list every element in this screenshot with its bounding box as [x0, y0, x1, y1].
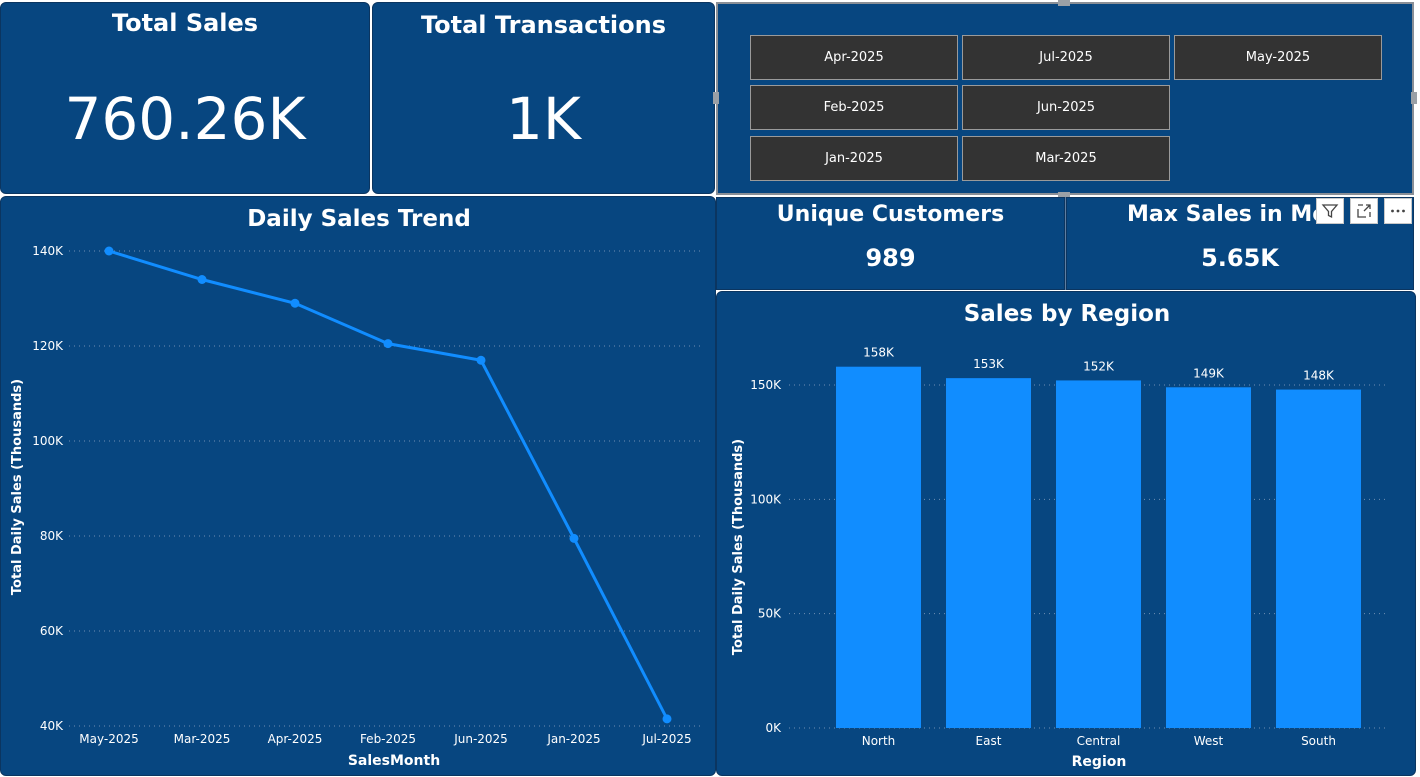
- x-tick-label: Feb-2025: [360, 732, 416, 746]
- x-axis-title: Region: [1072, 754, 1127, 770]
- month-option-jan-2025[interactable]: Jan-2025: [750, 136, 958, 181]
- total-transactions-card[interactable]: Total Transactions 1K: [372, 2, 715, 194]
- y-axis-title: Total Daily Sales (Thousands): [731, 439, 746, 655]
- month-option-mar-2025[interactable]: Mar-2025: [962, 136, 1170, 181]
- x-axis: North East Central West South: [862, 734, 1336, 748]
- y-tick-label: 100K: [32, 434, 64, 448]
- data-point[interactable]: [662, 714, 672, 724]
- y-tick-label: 0K: [765, 721, 782, 735]
- series-line: [104, 246, 672, 724]
- data-point[interactable]: [197, 275, 207, 284]
- x-tick-label: East: [976, 734, 1002, 748]
- bar-north[interactable]: [836, 366, 921, 728]
- total-sales-title: Total Sales: [111, 9, 259, 37]
- month-option-may-2025[interactable]: May-2025: [1174, 35, 1382, 80]
- data-label: 153K: [973, 357, 1005, 371]
- data-label: 158K: [863, 346, 895, 360]
- filter-icon[interactable]: [1316, 198, 1344, 224]
- trend-line: [108, 249, 669, 720]
- x-tick-label: Jul-2025: [641, 732, 691, 746]
- bar-east[interactable]: [946, 378, 1031, 728]
- grid: [69, 250, 701, 727]
- daily-sales-trend-card[interactable]: Daily Sales Trend SalesMonth Total Daily…: [0, 196, 716, 776]
- data-label: 148K: [1303, 369, 1335, 383]
- sales-by-region-chart: Sales by Region Region Total Daily Sales…: [731, 301, 1389, 770]
- daily-sales-trend-chart: Daily Sales Trend SalesMonth Total Daily…: [10, 206, 701, 769]
- x-axis-title: SalesMonth: [348, 753, 440, 769]
- month-option-apr-2025[interactable]: Apr-2025: [750, 35, 958, 80]
- x-tick-label: Central: [1077, 734, 1121, 748]
- sales-by-region-card[interactable]: Sales by Region Region Total Daily Sales…: [716, 291, 1416, 776]
- x-tick-label: South: [1301, 734, 1336, 748]
- data-label: 149K: [1193, 366, 1225, 380]
- y-tick-label: 40K: [40, 719, 64, 733]
- x-tick-label: North: [862, 734, 896, 748]
- resize-handle[interactable]: [1058, 0, 1070, 6]
- more-options-icon[interactable]: [1384, 198, 1412, 224]
- data-point[interactable]: [104, 246, 114, 256]
- data-point[interactable]: [569, 533, 579, 543]
- total-sales-value: 760.26K: [64, 85, 306, 153]
- resize-handle[interactable]: [713, 92, 719, 104]
- x-tick-label: Apr-2025: [268, 732, 323, 746]
- max-sales-title: Max Sales in Mo: [1127, 202, 1328, 227]
- bar-west[interactable]: [1166, 387, 1251, 728]
- month-slicer[interactable]: Apr-2025 Jul-2025 May-2025 Feb-2025 Jun-2025…: [716, 2, 1414, 195]
- y-axis: 40K 60K 80K 100K 120K 140K: [32, 244, 64, 733]
- x-tick-label: May-2025: [79, 732, 138, 746]
- x-axis: May-2025 Mar-2025 Apr-2025 Feb-2025 Jun-2025…: [79, 732, 691, 746]
- total-transactions-value: 1K: [506, 85, 581, 153]
- month-option-jul-2025[interactable]: Jul-2025: [962, 35, 1170, 80]
- data-point[interactable]: [290, 298, 300, 308]
- data-point[interactable]: [383, 339, 393, 349]
- unique-customers-value: 989: [865, 244, 916, 272]
- x-tick-label: Mar-2025: [174, 732, 231, 746]
- y-axis: 0K 50K 100K 150K: [750, 378, 782, 735]
- y-tick-label: 140K: [32, 244, 64, 258]
- bar-south[interactable]: [1276, 389, 1361, 728]
- y-tick-label: 150K: [750, 378, 782, 392]
- bar-series: [836, 366, 1361, 728]
- x-tick-label: Jun-2025: [453, 732, 508, 746]
- month-option-jun-2025[interactable]: Jun-2025: [962, 85, 1170, 130]
- bar-central[interactable]: [1056, 380, 1141, 728]
- chart-title: Sales by Region: [964, 301, 1171, 327]
- y-tick-label: 50K: [758, 607, 782, 621]
- x-tick-label: West: [1194, 734, 1224, 748]
- data-point[interactable]: [476, 355, 486, 365]
- visual-header-toolbar: [1316, 198, 1412, 224]
- chart-title: Daily Sales Trend: [247, 206, 471, 232]
- y-tick-label: 80K: [40, 529, 64, 543]
- y-tick-label: 120K: [32, 339, 64, 353]
- total-sales-card[interactable]: Total Sales 760.26K: [0, 2, 370, 194]
- y-tick-label: 100K: [750, 492, 782, 506]
- x-tick-label: Jan-2025: [546, 732, 600, 746]
- resize-handle[interactable]: [1411, 92, 1417, 104]
- unique-customers-title: Unique Customers: [776, 202, 1005, 227]
- month-option-feb-2025[interactable]: Feb-2025: [750, 85, 958, 130]
- y-tick-label: 60K: [40, 624, 64, 638]
- focus-mode-icon[interactable]: [1350, 198, 1378, 224]
- y-axis-title: Total Daily Sales (Thousands): [10, 379, 25, 595]
- data-label: 152K: [1083, 359, 1115, 373]
- unique-customers-card[interactable]: Unique Customers 989: [716, 197, 1065, 290]
- max-sales-value: 5.65K: [1201, 244, 1279, 272]
- data-labels: 158K 153K 152K 149K 148K: [863, 346, 1335, 383]
- total-transactions-title: Total Transactions: [420, 11, 667, 39]
